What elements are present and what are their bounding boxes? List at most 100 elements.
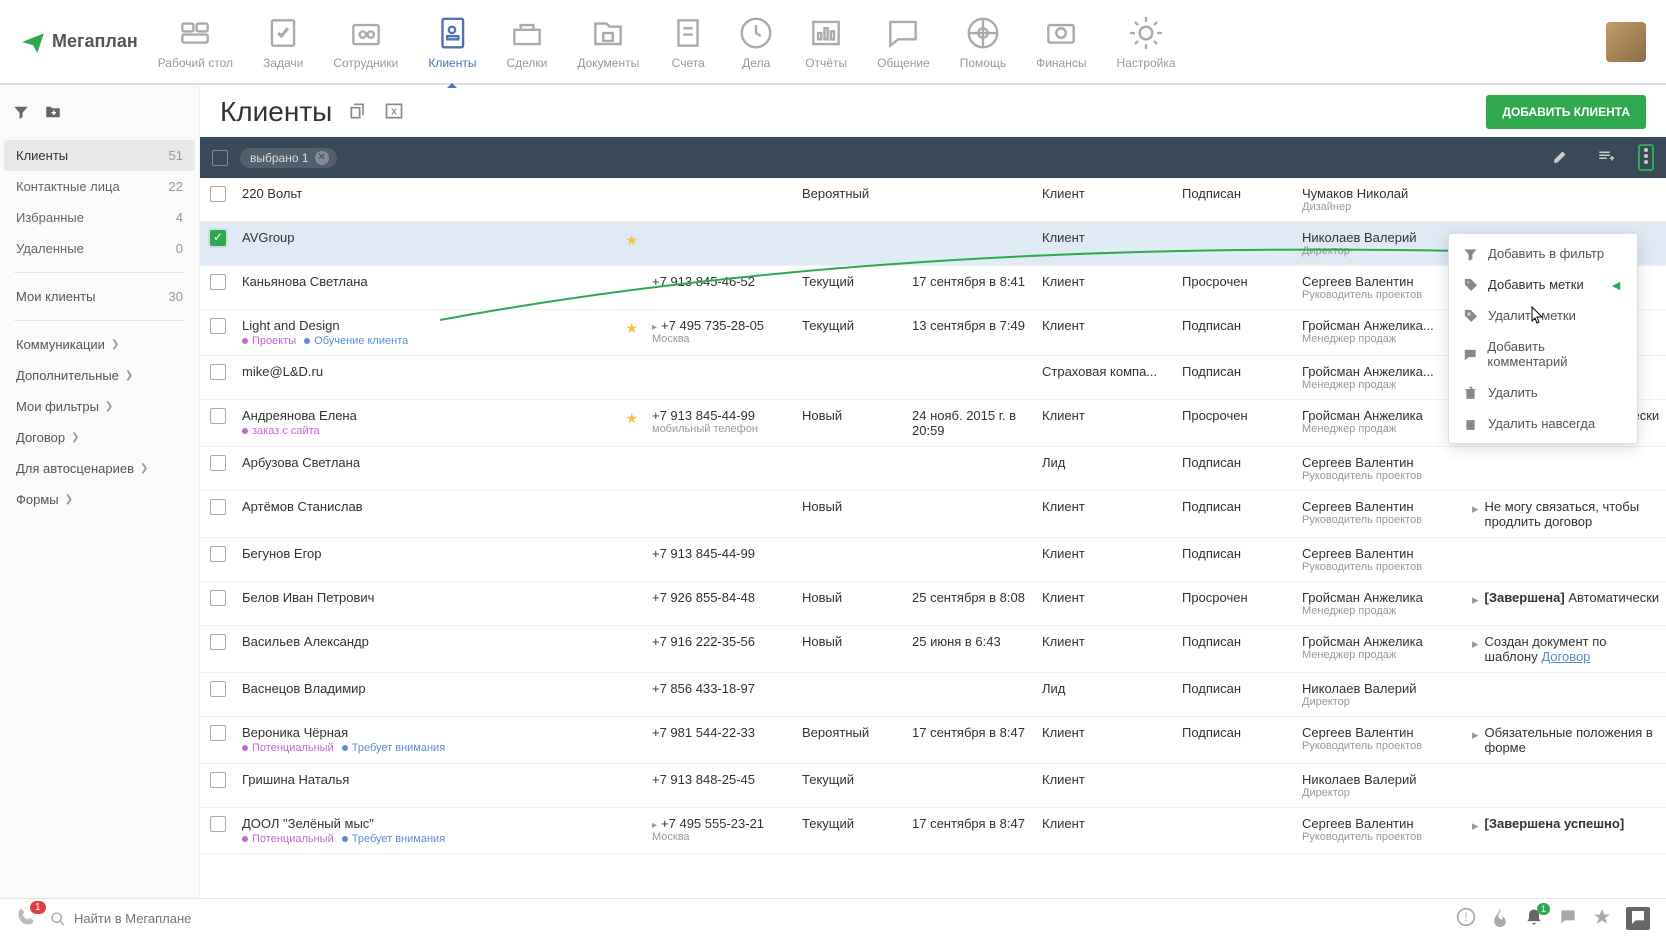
manager-name: Чумаков Николай — [1302, 186, 1460, 201]
phone-icon[interactable]: 1 — [16, 907, 36, 930]
type: Клиент — [1036, 230, 1176, 245]
nav-Отчёты[interactable]: Отчёты — [805, 14, 847, 70]
sidebar-section-Мои фильтры[interactable]: Мои фильтры ❯ — [4, 391, 195, 422]
sidebar-section-label: Мои фильтры — [16, 399, 99, 414]
select-all-checkbox[interactable] — [212, 150, 228, 166]
sidebar-section-Договор[interactable]: Договор❯ — [4, 422, 195, 453]
date: 24 нояб. 2015 г. в 20:59 — [906, 408, 1036, 438]
nav-Помощь[interactable]: Помощь — [960, 14, 1006, 70]
add-folder-icon[interactable] — [44, 103, 62, 124]
client-table: 220 ВольтВероятныйКлиентПодписанЧумаков … — [200, 178, 1666, 898]
nav-Общение[interactable]: Общение — [877, 14, 930, 70]
nav-Финансы[interactable]: Финансы — [1036, 14, 1086, 70]
table-row[interactable]: Бегунов Егор+7 913 845-44-99КлиентПодпис… — [200, 538, 1666, 582]
table-row[interactable]: AVGroup★КлиентНиколаев ВалерийДиректор — [200, 222, 1666, 266]
brand-logo[interactable]: Мегаплан — [20, 29, 138, 55]
chevron-right-icon: ❯ — [71, 432, 79, 443]
row-checkbox[interactable] — [210, 681, 226, 697]
add-client-button[interactable]: Добавить клиента — [1486, 95, 1646, 129]
chevron-right-icon: ❯ — [105, 401, 113, 412]
dropdown-item-trash-x[interactable]: Удалить навсегда — [1449, 408, 1637, 439]
info-icon[interactable]: ! — [1456, 907, 1476, 930]
contract: Подписан — [1176, 634, 1296, 649]
row-checkbox[interactable] — [210, 364, 226, 380]
nav-Рабочий стол[interactable]: Рабочий стол — [158, 14, 233, 70]
search-input[interactable] — [74, 911, 1442, 926]
row-checkbox[interactable] — [210, 499, 226, 515]
feedback-icon[interactable] — [1626, 907, 1650, 930]
row-checkbox[interactable] — [210, 230, 226, 246]
sidebar-section-Формы[interactable]: Формы❯ — [4, 484, 195, 515]
user-avatar[interactable] — [1606, 22, 1646, 62]
row-checkbox[interactable] — [210, 455, 226, 471]
sidebar-filter-Удаленные[interactable]: Удаленные0 — [4, 233, 195, 264]
dropdown-item-tag[interactable]: Добавить метки◄ — [1449, 269, 1637, 300]
nav-Клиенты[interactable]: Клиенты — [428, 14, 476, 70]
contract: Подписан — [1176, 681, 1296, 696]
sidebar-section-Для автосценариев[interactable]: Для автосценариев❯ — [4, 453, 195, 484]
table-row[interactable]: Васильев Александр+7 916 222-35-56Новый2… — [200, 626, 1666, 673]
manager-name: Сергеев Валентин — [1302, 455, 1460, 470]
dropdown-item-trash[interactable]: Удалить — [1449, 377, 1637, 408]
nav-Сотрудники[interactable]: Сотрудники — [333, 14, 398, 70]
sidebar-filter-Клиенты[interactable]: Клиенты51 — [4, 140, 195, 171]
row-checkbox[interactable] — [210, 546, 226, 562]
nav-Сделки[interactable]: Сделки — [506, 14, 547, 70]
sidebar-section-Коммуникации[interactable]: Коммуникации❯ — [4, 329, 195, 360]
clear-selection-icon[interactable]: ✕ — [315, 151, 329, 165]
row-checkbox[interactable] — [210, 274, 226, 290]
date: 13 сентября в 7:49 — [906, 318, 1036, 333]
phone: +7 913 845-44-99 — [652, 408, 755, 423]
bell-icon[interactable]: 1 — [1524, 907, 1544, 930]
sidebar-filter-label: Клиенты — [16, 148, 68, 163]
copy-icon[interactable] — [348, 101, 368, 124]
chevron-right-icon: ▸ — [1472, 727, 1479, 743]
type: Клиент — [1036, 816, 1176, 831]
table-row[interactable]: Арбузова СветланаЛидПодписанСергеев Вале… — [200, 447, 1666, 491]
sidebar-filter-count: 0 — [176, 241, 183, 256]
nav-Счета[interactable]: Счета — [669, 14, 707, 70]
row-checkbox[interactable] — [210, 725, 226, 741]
sidebar-filter-Контактные лица[interactable]: Контактные лица22 — [4, 171, 195, 202]
list-add-icon[interactable] — [1592, 143, 1620, 172]
table-row[interactable]: Каньянова Светлана+7 913 845-46-52Текущи… — [200, 266, 1666, 310]
row-checkbox[interactable] — [210, 634, 226, 650]
dropdown-item-tag-remove[interactable]: Удалить метки — [1449, 300, 1637, 331]
dropdown-item-label: Удалить метки — [1488, 308, 1576, 323]
chat-icon[interactable] — [1558, 907, 1578, 930]
row-checkbox[interactable] — [210, 318, 226, 334]
nav-Дела[interactable]: Дела — [737, 14, 775, 70]
table-row[interactable]: Артёмов СтаниславНовыйКлиентПодписанСерг… — [200, 491, 1666, 538]
nav-Документы[interactable]: Документы — [577, 14, 639, 70]
more-actions-button[interactable] — [1638, 144, 1654, 171]
filter-icon[interactable] — [12, 103, 30, 124]
excel-icon[interactable]: X — [384, 101, 404, 124]
edit-icon[interactable] — [1548, 143, 1574, 172]
table-row[interactable]: ДООЛ "Зелёный мыс"ПотенциальныйТребует в… — [200, 808, 1666, 854]
table-row[interactable]: Вероника ЧёрнаяПотенциальныйТребует вним… — [200, 717, 1666, 764]
sidebar-filter-Избранные[interactable]: Избранные4 — [4, 202, 195, 233]
trash-icon — [1463, 385, 1478, 400]
sidebar-section-Дополнительные[interactable]: Дополнительные❯ — [4, 360, 195, 391]
table-row[interactable]: Белов Иван Петрович+7 926 855-84-48Новый… — [200, 582, 1666, 626]
table-row[interactable]: 220 ВольтВероятныйКлиентПодписанЧумаков … — [200, 178, 1666, 222]
table-row[interactable]: mike@L&D.ruСтраховая компа...ПодписанГро… — [200, 356, 1666, 400]
star-icon[interactable] — [1592, 907, 1612, 930]
dropdown-item-filter[interactable]: Добавить в фильтр — [1449, 238, 1637, 269]
row-checkbox[interactable] — [210, 186, 226, 202]
row-checkbox[interactable] — [210, 772, 226, 788]
row-checkbox[interactable] — [210, 816, 226, 832]
client-name: Андреянова Елена — [242, 408, 357, 423]
dropdown-item-comment[interactable]: Добавить комментарий — [1449, 331, 1637, 377]
table-row[interactable]: Васнецов Владимир+7 856 433-18-97ЛидПодп… — [200, 673, 1666, 717]
nav-Настройка[interactable]: Настройка — [1116, 14, 1175, 70]
table-row[interactable]: Гришина Наталья+7 913 848-25-45ТекущийКл… — [200, 764, 1666, 808]
sidebar-section-Мои клиенты[interactable]: Мои клиенты30 — [4, 281, 195, 312]
nav-Задачи[interactable]: Задачи — [263, 14, 303, 70]
table-row[interactable]: Андреянова Еленазаказ с сайта★+7 913 845… — [200, 400, 1666, 447]
fire-icon[interactable] — [1490, 907, 1510, 930]
global-search[interactable] — [50, 911, 1442, 927]
row-checkbox[interactable] — [210, 408, 226, 424]
row-checkbox[interactable] — [210, 590, 226, 606]
table-row[interactable]: Light and DesignПроектыОбучение клиента★… — [200, 310, 1666, 356]
